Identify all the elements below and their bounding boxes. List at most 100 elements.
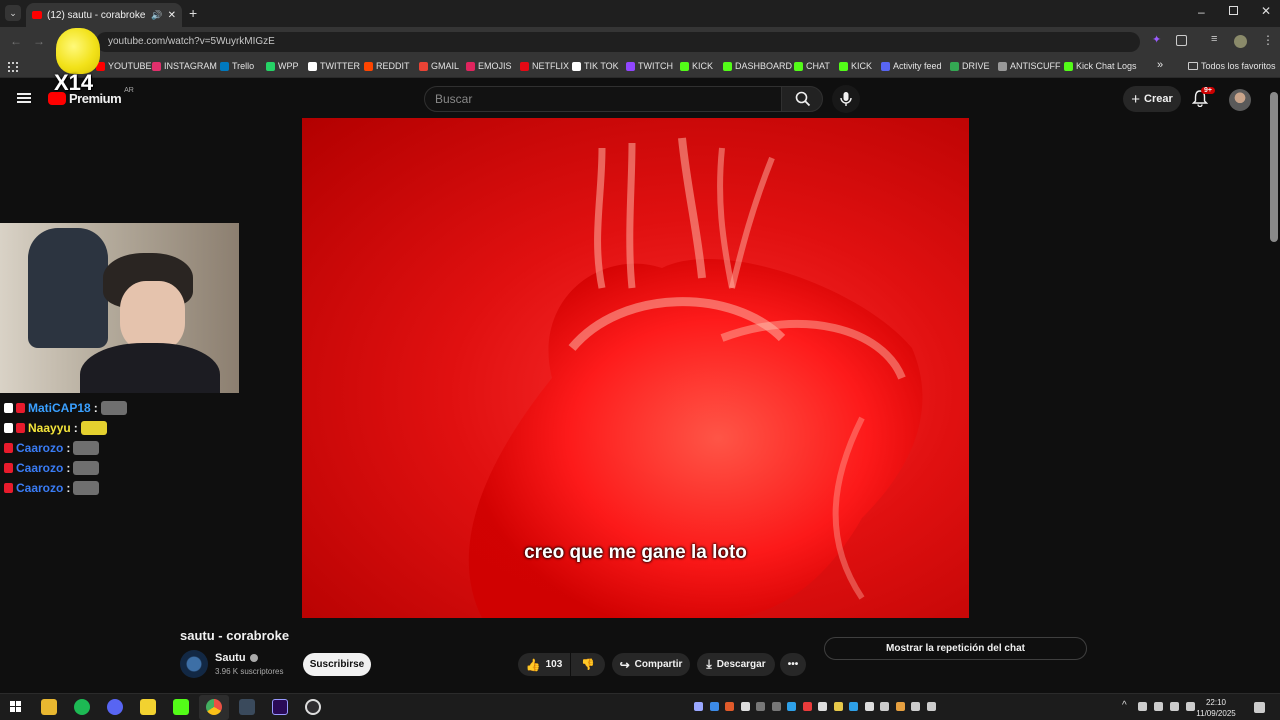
tray-app-icon[interactable] [694,702,703,711]
minimize-button[interactable]: – [1198,5,1205,19]
system-clock[interactable]: 22:10 11/09/2025 [1196,697,1236,719]
kick-icon[interactable] [173,699,189,715]
bookmark-item[interactable]: DRIVE [950,61,990,71]
voice-search-button[interactable] [832,85,860,113]
media-control-icon[interactable]: ≡ [1211,33,1217,45]
account-avatar[interactable] [1229,89,1251,111]
windows-start-icon[interactable] [8,699,24,715]
obs-icon[interactable] [305,699,321,715]
discord-icon[interactable] [107,699,123,715]
bookmark-item[interactable]: Kick Chat Logs [1064,61,1137,71]
tray-app-icon[interactable] [849,702,858,711]
browser-tab-active[interactable]: (12) sautu - corabroke - Yo 🔊 ✕ [26,3,182,27]
tray-app-icon[interactable] [802,702,812,711]
close-window-button[interactable]: ✕ [1261,4,1271,18]
volume-icon[interactable] [1170,702,1179,711]
chat-badge-icon [16,423,25,433]
tray-app-icon[interactable] [787,702,796,711]
new-tab-button[interactable]: + [189,5,197,21]
forward-icon[interactable]: → [33,34,45,48]
bookmark-item[interactable]: KICK [839,61,872,71]
tray-app-icon[interactable] [771,702,781,711]
tray-app-icon[interactable] [709,702,719,711]
davinci-resolve-icon[interactable] [239,699,255,715]
bookmark-item[interactable]: EMOJIS [466,61,512,71]
bookmark-item[interactable]: REDDIT [364,61,410,71]
bookmark-item[interactable]: GMAIL [419,61,459,71]
channel-name[interactable]: Sautu [215,652,258,664]
share-button[interactable]: ↪ Compartir [612,653,690,676]
bookmark-item[interactable]: ANTISCUFF [998,61,1061,71]
notification-center-icon[interactable] [1254,702,1265,713]
like-count: 103 [545,659,563,670]
dislike-button[interactable]: 👎 [571,653,605,676]
bookmark-item[interactable]: KICK [680,61,713,71]
more-actions-button[interactable]: ••• [780,653,806,676]
bookmark-item[interactable]: TWITCH [626,61,673,71]
channel-avatar[interactable] [180,650,208,678]
bookmark-favicon-icon [680,61,689,71]
bookmark-item[interactable]: TWITTER [308,61,360,71]
speaker-tray-icon[interactable] [1154,702,1163,711]
browser-tab-strip: ⌄ (12) sautu - corabroke - Yo 🔊 ✕ + – ✕ [0,0,1280,27]
download-button[interactable]: ⤓ Descargar [697,653,775,676]
search-input[interactable]: Buscar [424,86,782,112]
bookmark-item[interactable]: TIK TOK [572,61,619,71]
subscribe-button[interactable]: Suscribirse [303,653,371,676]
bookmark-item[interactable]: WPP [266,61,299,71]
puzzle-icon[interactable] [1176,35,1187,46]
bookmark-item[interactable]: DASHBOARD [723,61,792,71]
user-badge-icon [4,403,13,413]
microphone-tray-icon[interactable] [1186,702,1195,711]
tab-search-button[interactable]: ⌄ [5,5,21,21]
restore-button[interactable] [1229,6,1238,15]
speaker-icon[interactable]: 🔊 [151,10,162,21]
browser-menu-icon[interactable]: ⋮ [1262,33,1274,47]
notification-badge: 9+ [1201,87,1215,94]
premiere-icon[interactable] [272,699,288,715]
extension-icon[interactable]: ✦ [1152,33,1161,46]
all-favorites-folder[interactable]: Todos los favoritos [1188,61,1276,71]
back-icon[interactable]: ← [10,34,22,48]
tray-app-icon[interactable] [818,702,827,711]
bookmark-label: REDDIT [376,61,410,71]
tray-app-icon[interactable] [725,702,734,711]
file-explorer-icon[interactable] [41,699,57,715]
tray-app-icon[interactable] [864,702,874,711]
bookmark-item[interactable]: INSTAGRAM [152,61,217,71]
hamburger-menu-icon[interactable] [17,93,31,103]
like-button[interactable]: 👍 103 [518,653,570,676]
show-chat-replay-button[interactable]: Mostrar la repetición del chat [824,637,1087,660]
chat-username: Caarozo [16,481,64,495]
url-bar[interactable]: youtube.com/watch?v=5WuyrkMIGzE [96,32,1140,52]
tray-app-icon[interactable] [756,702,765,711]
tab-close-icon[interactable]: ✕ [168,10,176,21]
search-button[interactable] [781,86,823,112]
tray-app-icon[interactable] [833,702,843,711]
tray-app-icon[interactable] [740,702,750,711]
bookmark-favicon-icon [308,61,317,71]
apps-grid-icon[interactable] [8,62,18,72]
profile-icon[interactable] [1234,35,1247,48]
create-button[interactable]: + Crear [1123,86,1181,112]
streamer-badge-overlay: X14 [48,28,106,98]
tray-app-icon[interactable] [895,702,905,711]
bookmark-favicon-icon [626,61,635,71]
bookmark-item[interactable]: NETFLIX [520,61,569,71]
tray-chevron-icon[interactable]: ^ [1122,700,1127,711]
bookmark-item[interactable]: Activity feed [881,61,942,71]
tray-app-icon[interactable] [911,702,920,711]
network-icon[interactable] [1138,702,1147,711]
notifications-button[interactable]: 9+ [1191,87,1215,108]
tray-app-icon[interactable] [880,702,889,711]
bookmark-item[interactable]: CHAT [794,61,830,71]
windows-taskbar: ^ 22:10 11/09/2025 [0,693,1280,720]
bookmark-item[interactable]: Trello [220,61,254,71]
notes-icon[interactable] [140,699,156,715]
tray-app-icon[interactable] [926,702,936,711]
more-bookmarks-icon[interactable]: » [1157,59,1163,71]
spotify-icon[interactable] [74,699,90,715]
video-player[interactable]: creo que me gane la loto [302,118,969,618]
page-scrollbar[interactable] [1270,92,1278,242]
video-caption: creo que me gane la loto [524,542,747,563]
